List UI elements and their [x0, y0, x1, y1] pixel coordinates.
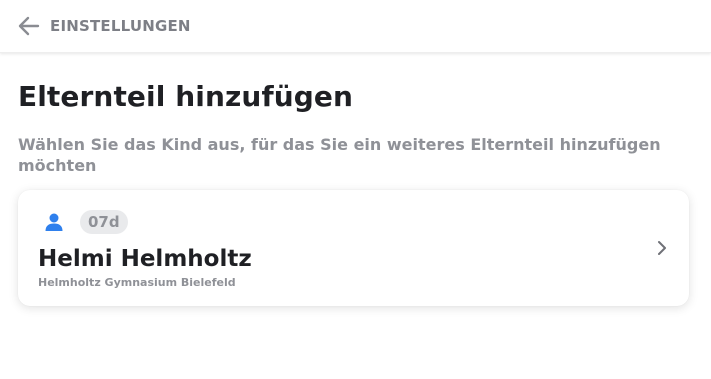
class-badge: 07d [80, 210, 128, 234]
child-card-header: 07d [42, 210, 128, 234]
person-icon [42, 210, 66, 234]
page-subtitle: Wählen Sie das Kind aus, für das Sie ein… [18, 135, 661, 175]
back-button-label: EINSTELLUNGEN [50, 17, 191, 35]
school-name: Helmholtz Gymnasium Bielefeld [38, 276, 236, 289]
arrow-left-icon [16, 14, 42, 38]
chevron-right-icon [655, 240, 669, 256]
back-button[interactable]: EINSTELLUNGEN [16, 14, 191, 38]
child-card[interactable]: 07d Helmi Helmholtz Helmholtz Gymnasium … [18, 190, 689, 306]
top-bar: EINSTELLUNGEN [0, 0, 711, 53]
page-title: Elternteil hinzufügen [18, 80, 354, 113]
child-name: Helmi Helmholtz [38, 246, 252, 272]
